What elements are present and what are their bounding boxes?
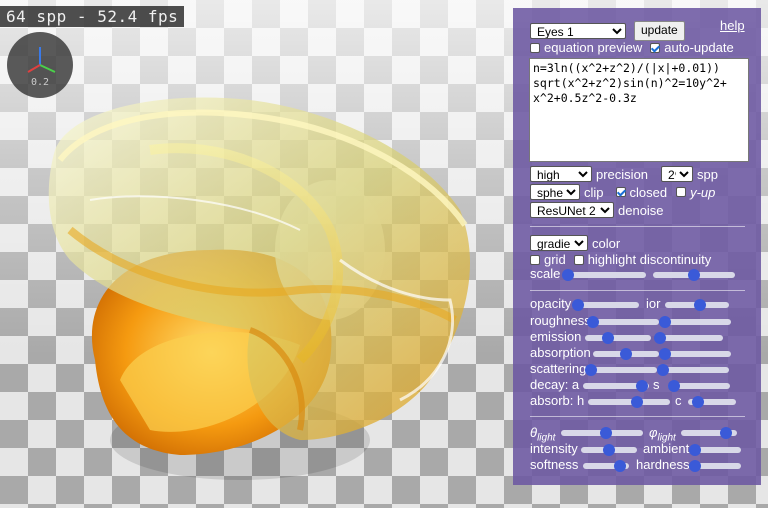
spp-select[interactable]: 2⁶ bbox=[661, 166, 694, 182]
closed-checkbox[interactable] bbox=[615, 187, 626, 197]
emission-slider-a[interactable] bbox=[585, 332, 651, 344]
equation-preview-checkbox[interactable] bbox=[530, 42, 540, 53]
precision-select[interactable]: high bbox=[530, 166, 592, 182]
decay-slider-b[interactable] bbox=[668, 380, 730, 392]
absorb-c-slider[interactable] bbox=[688, 396, 736, 408]
decay-s-label: s bbox=[653, 377, 660, 392]
render-stats: 64 spp - 52.4 fps bbox=[0, 6, 185, 27]
control-panel: Eyes 1 update help equation preview auto… bbox=[513, 8, 761, 485]
color-label: color bbox=[592, 235, 621, 251]
denoise-label: denoise bbox=[618, 202, 664, 218]
slider-knob[interactable] bbox=[668, 380, 681, 392]
slider-knob[interactable] bbox=[689, 444, 701, 456]
clip-select[interactable]: sphere bbox=[530, 184, 580, 200]
scattering-label: scattering bbox=[530, 361, 587, 376]
slider-knob[interactable] bbox=[691, 396, 704, 408]
ambient-label: ambient bbox=[643, 441, 690, 456]
auto-update-checkbox[interactable] bbox=[650, 42, 661, 53]
clip-label: clip bbox=[584, 184, 604, 200]
grid-label: grid bbox=[544, 252, 566, 267]
absorption-label: absorption bbox=[530, 345, 591, 360]
absorption-slider-b[interactable] bbox=[659, 348, 731, 360]
emission-label: emission bbox=[530, 329, 582, 344]
divider bbox=[530, 290, 745, 291]
slider-knob[interactable] bbox=[603, 444, 615, 456]
yup-label: y-up bbox=[690, 184, 716, 200]
theta-light-slider[interactable] bbox=[561, 427, 643, 439]
slider-knob[interactable] bbox=[602, 332, 615, 344]
intensity-label: intensity bbox=[530, 441, 578, 456]
update-button[interactable]: update bbox=[634, 21, 685, 41]
ior-label: ior bbox=[646, 296, 661, 311]
closed-label: closed bbox=[629, 184, 668, 200]
absorb-c-label: c bbox=[675, 393, 682, 408]
intensity-slider[interactable] bbox=[581, 444, 637, 456]
precision-label: precision bbox=[596, 166, 649, 182]
scale-slider-b[interactable] bbox=[653, 269, 735, 281]
auto-update-label: auto-update bbox=[664, 40, 734, 55]
slider-knob[interactable] bbox=[719, 427, 732, 439]
scale-slider-a[interactable] bbox=[562, 269, 646, 281]
scattering-slider-b[interactable] bbox=[657, 364, 729, 376]
phi-light-slider[interactable] bbox=[681, 427, 737, 439]
help-link[interactable]: help bbox=[720, 18, 745, 33]
divider bbox=[530, 226, 745, 227]
roughness-slider-a[interactable] bbox=[587, 316, 659, 328]
slider-knob[interactable] bbox=[689, 460, 701, 472]
absorb-h-slider[interactable] bbox=[588, 396, 670, 408]
equation-preview-label: equation preview bbox=[544, 40, 643, 55]
slider-knob[interactable] bbox=[613, 460, 626, 472]
slider-knob[interactable] bbox=[688, 269, 700, 281]
yup-checkbox[interactable] bbox=[676, 187, 687, 197]
divider bbox=[530, 416, 745, 417]
slider-knob[interactable] bbox=[572, 299, 585, 311]
preset-select[interactable]: Eyes 1 bbox=[530, 23, 626, 39]
slider-knob[interactable] bbox=[585, 364, 597, 376]
slider-knob[interactable] bbox=[694, 299, 707, 311]
slider-knob[interactable] bbox=[657, 364, 669, 376]
roughness-label: roughness bbox=[530, 313, 591, 328]
slider-knob[interactable] bbox=[587, 316, 599, 328]
hardness-label: hardness bbox=[636, 457, 690, 472]
roughness-slider-b[interactable] bbox=[659, 316, 731, 328]
ior-slider[interactable] bbox=[665, 299, 729, 311]
opacity-label: opacity bbox=[530, 296, 572, 311]
axes-icon bbox=[27, 47, 56, 73]
emission-slider-b[interactable] bbox=[654, 332, 723, 344]
absorption-slider-a[interactable] bbox=[593, 348, 659, 360]
absorb-label: absorb: h bbox=[530, 393, 585, 408]
spp-label: spp bbox=[697, 166, 718, 182]
scattering-slider-a[interactable] bbox=[585, 364, 657, 376]
axes-scale-label: 0.2 bbox=[30, 77, 50, 88]
highlight-label: highlight discontinuity bbox=[587, 252, 712, 267]
ambient-slider[interactable] bbox=[689, 444, 741, 456]
decay-label: decay: a bbox=[530, 377, 580, 392]
slider-knob[interactable] bbox=[636, 380, 649, 392]
axes-gizmo[interactable]: 0.2 bbox=[7, 32, 73, 98]
opacity-slider[interactable] bbox=[572, 299, 639, 311]
slider-knob[interactable] bbox=[654, 332, 667, 344]
slider-knob[interactable] bbox=[600, 427, 613, 439]
decay-slider-a[interactable] bbox=[583, 380, 649, 392]
hardness-slider[interactable] bbox=[689, 460, 741, 472]
equation-input[interactable]: n=3ln((x^2+z^2)/(|x|+0.01)) sqrt(x^2+z^2… bbox=[529, 58, 749, 162]
denoise-select[interactable]: ResUNet 2 bbox=[530, 202, 614, 218]
softness-label: softness bbox=[530, 457, 579, 472]
slider-knob[interactable] bbox=[659, 316, 671, 328]
slider-knob[interactable] bbox=[562, 269, 574, 281]
scale-label: scale bbox=[530, 266, 561, 281]
grid-checkbox[interactable] bbox=[530, 254, 540, 265]
highlight-checkbox[interactable] bbox=[573, 254, 584, 265]
color-select[interactable]: gradient bbox=[530, 235, 588, 251]
slider-knob[interactable] bbox=[631, 396, 644, 408]
softness-slider[interactable] bbox=[583, 460, 629, 472]
slider-knob[interactable] bbox=[620, 348, 632, 360]
slider-knob[interactable] bbox=[659, 348, 671, 360]
